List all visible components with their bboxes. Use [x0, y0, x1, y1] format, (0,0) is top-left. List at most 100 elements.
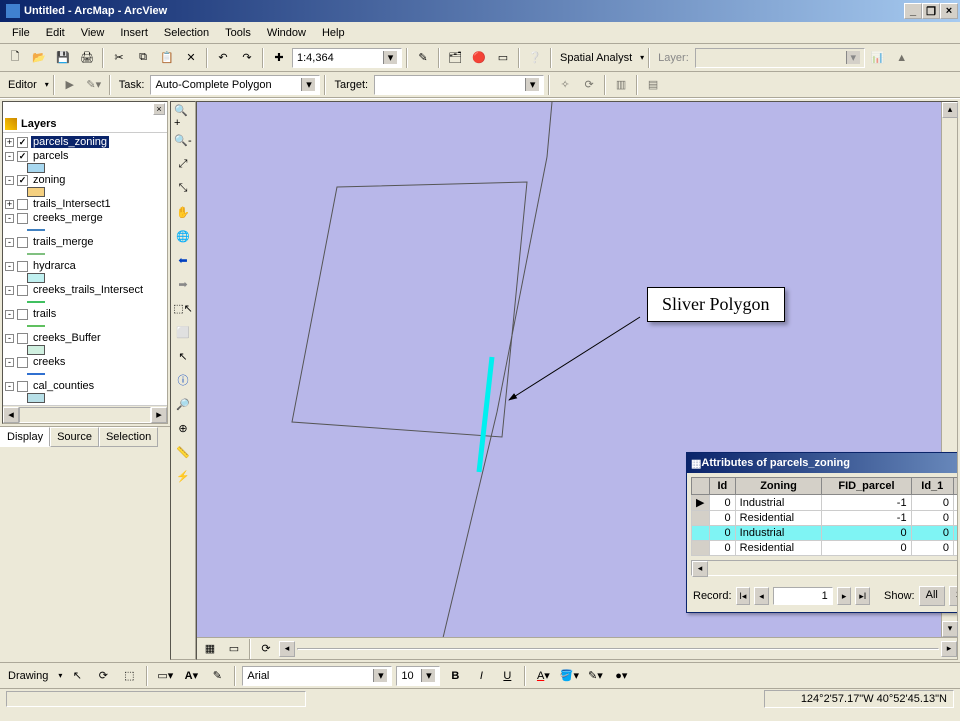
scroll-right-button[interactable]: ▸	[941, 641, 957, 657]
edit-vertices-button[interactable]: ✎	[206, 665, 228, 687]
editor-toolbar-button[interactable]: ✎	[412, 47, 434, 69]
select-elements-button[interactable]: ↖	[66, 665, 88, 687]
layer-checkbox[interactable]	[17, 309, 28, 320]
layout-view-tab[interactable]: ▭	[223, 638, 245, 660]
row-selector[interactable]: ▶	[692, 495, 710, 511]
zoom-out-icon[interactable]: 🔍-	[173, 130, 193, 150]
map-view[interactable]: Sliver Polygon ▦ Attributes of parcels_z…	[197, 102, 957, 637]
close-button[interactable]: ×	[940, 3, 958, 19]
table-cell[interactable]: 0	[710, 526, 736, 541]
find-icon[interactable]: 🔎	[173, 394, 193, 414]
prev-record-button[interactable]: ◂	[754, 587, 769, 605]
table-cell[interactable]: Residential	[735, 541, 822, 556]
toc-tab-display[interactable]: Display	[0, 427, 50, 447]
table-cell[interactable]: Residential	[735, 511, 822, 526]
expander-icon[interactable]: -	[5, 152, 14, 161]
menu-help[interactable]: Help	[314, 25, 353, 41]
back-extent-icon[interactable]: ⬅	[173, 250, 193, 270]
column-header[interactable]: Id	[710, 478, 736, 495]
measure-icon[interactable]: 📏	[173, 442, 193, 462]
layer-label[interactable]: zoning	[31, 174, 67, 186]
fill-color-button[interactable]: 🪣▾	[558, 665, 580, 687]
first-record-button[interactable]: I◂	[736, 587, 751, 605]
show-all-button[interactable]: All	[919, 586, 945, 606]
restore-button[interactable]: ❐	[922, 3, 940, 19]
table-cell[interactable]: Industrial	[735, 495, 822, 511]
scale-combo[interactable]: 1:4,364▾	[292, 48, 402, 68]
redo-button[interactable]: ↷	[236, 47, 258, 69]
row-selector[interactable]	[692, 526, 710, 541]
minimize-button[interactable]: _	[904, 3, 922, 19]
hyperlink-icon[interactable]: ⚡	[173, 466, 193, 486]
table-cell[interactable]: 0	[822, 526, 911, 541]
arc-toolbox-button[interactable]: 🔴	[468, 47, 490, 69]
add-data-button[interactable]: ✚	[268, 47, 290, 69]
expander-icon[interactable]: -	[5, 334, 14, 343]
menu-file[interactable]: File	[4, 25, 38, 41]
bold-button[interactable]: B	[444, 665, 466, 687]
layer-checkbox[interactable]	[17, 151, 28, 162]
menu-selection[interactable]: Selection	[156, 25, 217, 41]
undo-button[interactable]: ↶	[212, 47, 234, 69]
menu-view[interactable]: View	[73, 25, 113, 41]
layer-checkbox[interactable]	[17, 237, 28, 248]
go-to-xy-icon[interactable]: ⊕	[173, 418, 193, 438]
rotate-button[interactable]: ⟳	[92, 665, 114, 687]
expander-icon[interactable]: -	[5, 310, 14, 319]
show-selected-button[interactable]: Selected	[949, 586, 957, 606]
layer-label[interactable]: creeks	[31, 356, 67, 368]
last-record-button[interactable]: ▸I	[855, 587, 870, 605]
table-cell[interactable]: 0	[710, 495, 736, 511]
line-color-button[interactable]: ✎▾	[584, 665, 606, 687]
refresh-button[interactable]: ⟳	[255, 638, 277, 660]
layer-checkbox[interactable]	[17, 381, 28, 392]
layer-checkbox[interactable]	[17, 199, 28, 210]
layer-label[interactable]: parcels_zoning	[31, 136, 109, 148]
layer-label[interactable]: creeks_Buffer	[31, 332, 103, 344]
table-row[interactable]: 0Residential00507382001Mike Gough	[692, 541, 958, 556]
table-row[interactable]: 0Industrial00507382001Mike Gough	[692, 526, 958, 541]
expander-icon[interactable]: -	[5, 286, 14, 295]
editor-menu[interactable]: Editor	[4, 79, 41, 91]
layer-label[interactable]: trails_Intersect1	[31, 198, 113, 210]
copy-button[interactable]: ⧉	[132, 47, 154, 69]
layer-label[interactable]: hydrarca	[31, 260, 78, 272]
drawing-menu[interactable]: Drawing	[4, 670, 52, 682]
layer-label[interactable]: cal_counties	[31, 380, 96, 392]
table-cell[interactable]: 507382001	[953, 526, 957, 541]
menu-edit[interactable]: Edit	[38, 25, 73, 41]
open-button[interactable]: 📂	[28, 47, 50, 69]
column-header[interactable]: Zoning	[735, 478, 822, 495]
toc-scrollbar[interactable]: ◂▸	[3, 405, 167, 423]
command-line-button[interactable]: ▭	[492, 47, 514, 69]
table-cell[interactable]: -1	[822, 495, 911, 511]
layer-checkbox[interactable]	[17, 175, 28, 186]
italic-button[interactable]: I	[470, 665, 492, 687]
layer-row[interactable]: + parcels_zoning	[5, 135, 165, 149]
expander-icon[interactable]: -	[5, 382, 14, 391]
layer-row[interactable]: - zoning	[5, 173, 165, 187]
expander-icon[interactable]: +	[5, 138, 14, 147]
column-header[interactable]: FID_parcel	[822, 478, 911, 495]
table-cell[interactable]: 0	[911, 541, 953, 556]
menu-tools[interactable]: Tools	[217, 25, 259, 41]
attributes-window[interactable]: ▦ Attributes of parcels_zoning _ □ × IdZ…	[686, 452, 957, 613]
clear-selection-icon[interactable]: ⬜	[173, 322, 193, 342]
layer-row[interactable]: -creeks_merge	[5, 211, 165, 225]
table-row[interactable]: ▶0Industrial-100	[692, 495, 958, 511]
layer-label[interactable]: creeks_merge	[31, 212, 105, 224]
toc-tab-source[interactable]: Source	[50, 427, 99, 447]
toc-tab-selection[interactable]: Selection	[99, 427, 158, 447]
layer-checkbox[interactable]	[17, 333, 28, 344]
column-header[interactable]: APN	[953, 478, 957, 495]
expander-icon[interactable]: -	[5, 176, 14, 185]
next-record-button[interactable]: ▸	[837, 587, 852, 605]
zoom-to-button[interactable]: ⬚	[118, 665, 140, 687]
expander-icon[interactable]: +	[5, 200, 14, 209]
layer-row[interactable]: - creeks_Buffer	[5, 331, 165, 345]
save-button[interactable]: 💾	[52, 47, 74, 69]
task-combo[interactable]: Auto-Complete Polygon▾	[150, 75, 320, 95]
layer-checkbox[interactable]	[17, 213, 28, 224]
paste-button[interactable]: 📋	[156, 47, 178, 69]
table-cell[interactable]: 507382001	[953, 541, 957, 556]
